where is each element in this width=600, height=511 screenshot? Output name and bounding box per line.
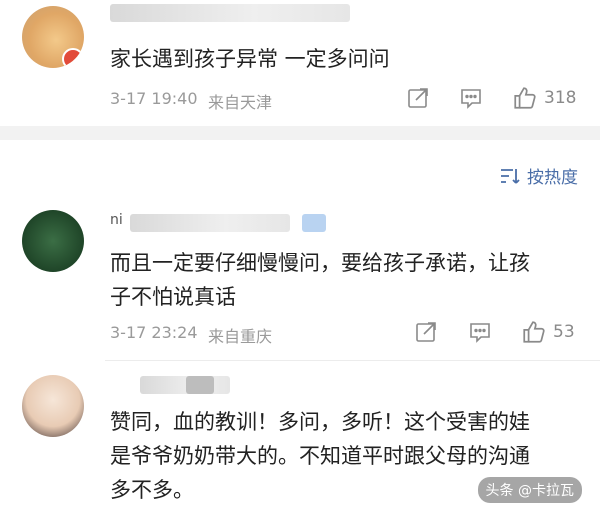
like-button[interactable]: 318 [512, 85, 576, 111]
comment-icon [470, 323, 490, 343]
thumbs-up-icon [523, 321, 545, 343]
share-button[interactable] [406, 86, 430, 110]
comment-source: 来自天津 [208, 93, 273, 112]
like-button[interactable]: 53 [521, 319, 575, 345]
username-redacted [110, 4, 350, 22]
username[interactable]: ni [110, 212, 123, 228]
section-divider [0, 126, 600, 140]
sort-by-hot-button[interactable]: 按热度 [499, 163, 578, 188]
username-redacted [130, 214, 290, 232]
comment-text: 而且一定要仔细慢慢问，要给孩子承诺，让孩 子不怕说真话 [110, 251, 530, 309]
comment-text: 家长遇到孩子异常 一定多问问 [110, 47, 390, 71]
like-count: 53 [553, 322, 575, 342]
sort-label: 按热度 [527, 168, 578, 188]
share-icon [416, 322, 436, 342]
watermark-text: 头条 @卡拉瓦 [485, 483, 574, 499]
comment-time: 3-17 23:24 [110, 323, 198, 342]
username-redacted [140, 376, 230, 394]
user-badge-icon [302, 214, 326, 232]
avatar[interactable] [22, 210, 84, 272]
sort-icon [501, 168, 520, 184]
username-redacted [186, 376, 214, 394]
share-button[interactable] [414, 320, 438, 344]
thumbs-up-icon [514, 87, 536, 109]
comment-1: 家长遇到孩子异常 一定多问问 3-17 19:40 来自天津 318 [0, 0, 600, 125]
share-icon [408, 88, 428, 108]
comment-source: 来自重庆 [208, 327, 273, 346]
avatar[interactable] [22, 6, 84, 68]
like-count: 318 [544, 88, 577, 108]
comment-button[interactable] [468, 320, 492, 344]
comment-button[interactable] [459, 86, 483, 110]
avatar[interactable] [22, 375, 84, 437]
avatar-badge-icon [62, 48, 84, 68]
comment-time: 3-17 19:40 [110, 89, 198, 108]
comment-icon [461, 89, 481, 109]
watermark: 头条 @卡拉瓦 [477, 477, 582, 503]
comment-separator [105, 360, 600, 361]
